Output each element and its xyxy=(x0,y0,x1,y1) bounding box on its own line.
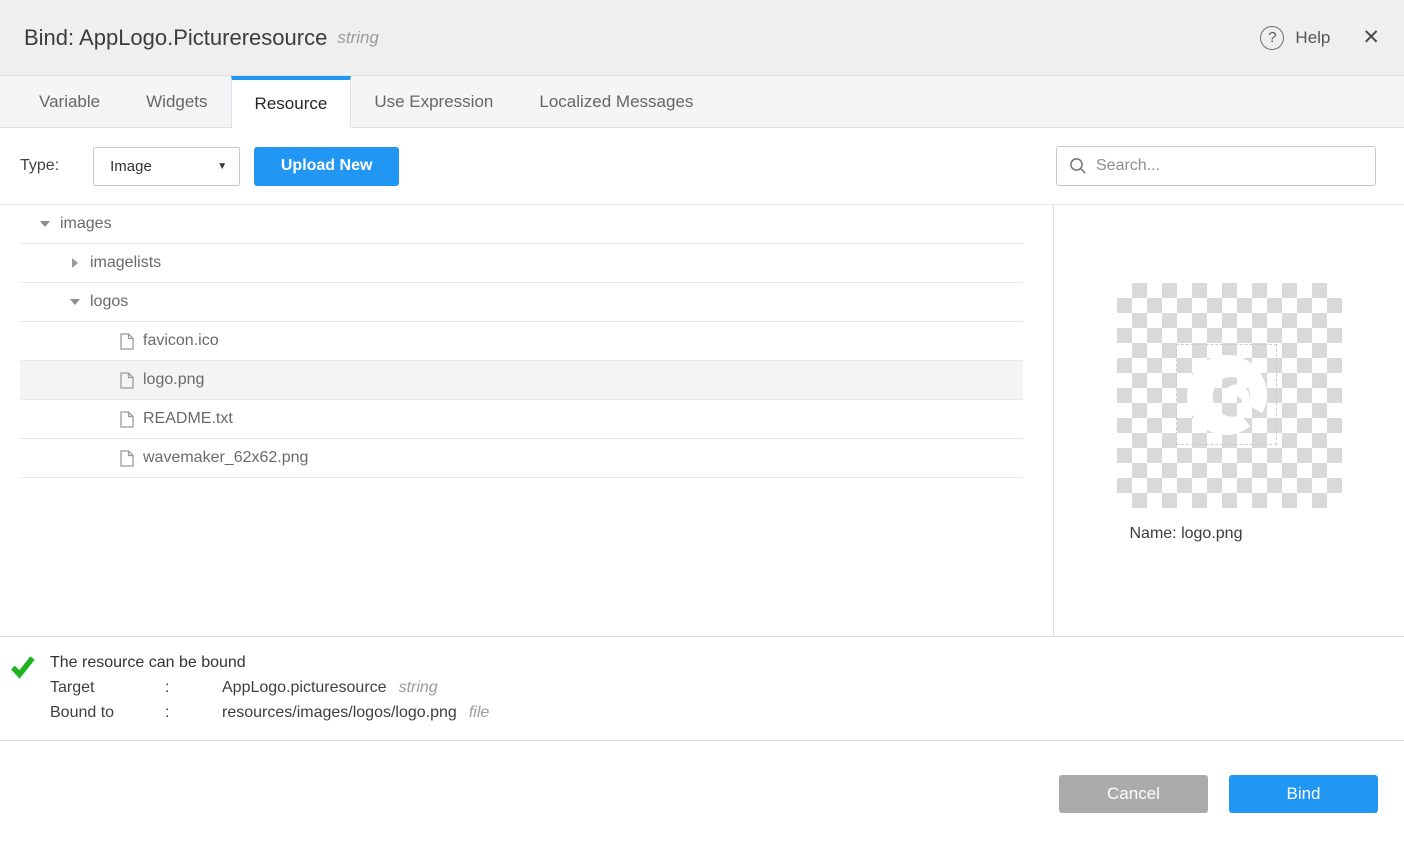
image-preview xyxy=(1117,283,1342,508)
tab-variable[interactable]: Variable xyxy=(16,76,123,127)
cancel-button[interactable]: Cancel xyxy=(1059,775,1208,813)
question-circle-icon: ? xyxy=(1260,26,1284,50)
status-row-bound-to: Bound to:resources/images/logos/logo.png… xyxy=(50,700,1404,725)
help-label: Help xyxy=(1295,28,1330,48)
tree-item-logos[interactable]: logos xyxy=(20,283,1023,322)
tree-item-label: wavemaker_62x62.png xyxy=(143,449,308,467)
tree-item-label: README.txt xyxy=(143,410,233,428)
close-icon[interactable]: ✕ xyxy=(1362,27,1380,48)
dialog-title: Bind: AppLogo.Pictureresource xyxy=(24,25,327,51)
type-label: Type: xyxy=(20,157,59,175)
preview-file-name: Name: logo.png xyxy=(1117,525,1342,543)
caret-down-icon: ▼ xyxy=(217,161,227,172)
tree-item-logo-png[interactable]: logo.png xyxy=(20,361,1023,400)
tree-item-label: images xyxy=(60,215,112,233)
upload-new-button[interactable]: Upload New xyxy=(254,147,399,186)
status-row-label: Bound to xyxy=(50,700,165,725)
search-input[interactable] xyxy=(1096,157,1363,175)
resource-toolbar: Type: Image ▼ Upload New xyxy=(0,128,1404,204)
file-icon xyxy=(120,372,134,389)
type-select[interactable]: Image ▼ xyxy=(93,147,240,186)
status-message: The resource can be bound xyxy=(50,650,1404,675)
dialog-header: Bind: AppLogo.Pictureresource string ? H… xyxy=(0,0,1404,75)
tab-bar: VariableWidgetsResourceUse ExpressionLoc… xyxy=(0,75,1404,128)
bind-status: The resource can be bound Target:AppLogo… xyxy=(0,636,1404,741)
chevron-down-icon[interactable] xyxy=(40,221,50,227)
bind-button[interactable]: Bind xyxy=(1229,775,1378,813)
tree-item-label: logo.png xyxy=(143,371,204,389)
preview-panel: Name: logo.png xyxy=(1054,205,1404,636)
tree-item-wavemaker-62x62-png[interactable]: wavemaker_62x62.png xyxy=(20,439,1023,478)
bind-dialog: Bind: AppLogo.Pictureresource string ? H… xyxy=(0,0,1404,843)
status-row-target: Target:AppLogo.picturesourcestring xyxy=(50,675,1404,700)
file-icon xyxy=(120,411,134,428)
tree-item-label: imagelists xyxy=(90,254,161,272)
chevron-right-icon[interactable] xyxy=(72,258,78,268)
dialog-title-type-hint: string xyxy=(337,28,379,48)
dialog-footer: Cancel Bind xyxy=(0,741,1404,843)
status-row-value: resources/images/logos/logo.pngfile xyxy=(222,700,1404,725)
file-icon xyxy=(120,333,134,350)
status-row-colon: : xyxy=(165,700,222,725)
tree-item-label: favicon.ico xyxy=(143,332,219,350)
status-row-colon: : xyxy=(165,675,222,700)
tree-item-images[interactable]: images xyxy=(20,205,1023,244)
help-button[interactable]: ? Help xyxy=(1260,26,1330,50)
tree-item-imagelists[interactable]: imagelists xyxy=(20,244,1023,283)
chevron-down-icon[interactable] xyxy=(70,299,80,305)
type-select-value: Image xyxy=(110,158,217,175)
tree-item-readme-txt[interactable]: README.txt xyxy=(20,400,1023,439)
status-row-label: Target xyxy=(50,675,165,700)
status-row-value: AppLogo.picturesourcestring xyxy=(222,675,1404,700)
resource-tree: images imagelists logos favicon.ico logo.png… xyxy=(0,205,1053,636)
success-check-icon xyxy=(9,653,36,680)
wavemaker-logo-image xyxy=(1181,349,1273,441)
status-row-type-hint: string xyxy=(399,679,438,696)
tab-widgets[interactable]: Widgets xyxy=(123,76,230,127)
tree-item-favicon-ico[interactable]: favicon.ico xyxy=(20,322,1023,361)
status-row-type-hint: file xyxy=(469,704,489,721)
tab-localized-messages[interactable]: Localized Messages xyxy=(516,76,716,127)
tab-resource[interactable]: Resource xyxy=(231,76,352,128)
status-rows: Target:AppLogo.picturesourcestringBound … xyxy=(50,675,1404,725)
resource-content: images imagelists logos favicon.ico logo.png… xyxy=(0,204,1404,636)
tree-item-label: logos xyxy=(90,293,128,311)
search-box[interactable] xyxy=(1056,146,1376,186)
search-icon xyxy=(1069,157,1087,175)
file-icon xyxy=(120,450,134,467)
tab-use-expression[interactable]: Use Expression xyxy=(351,76,516,127)
